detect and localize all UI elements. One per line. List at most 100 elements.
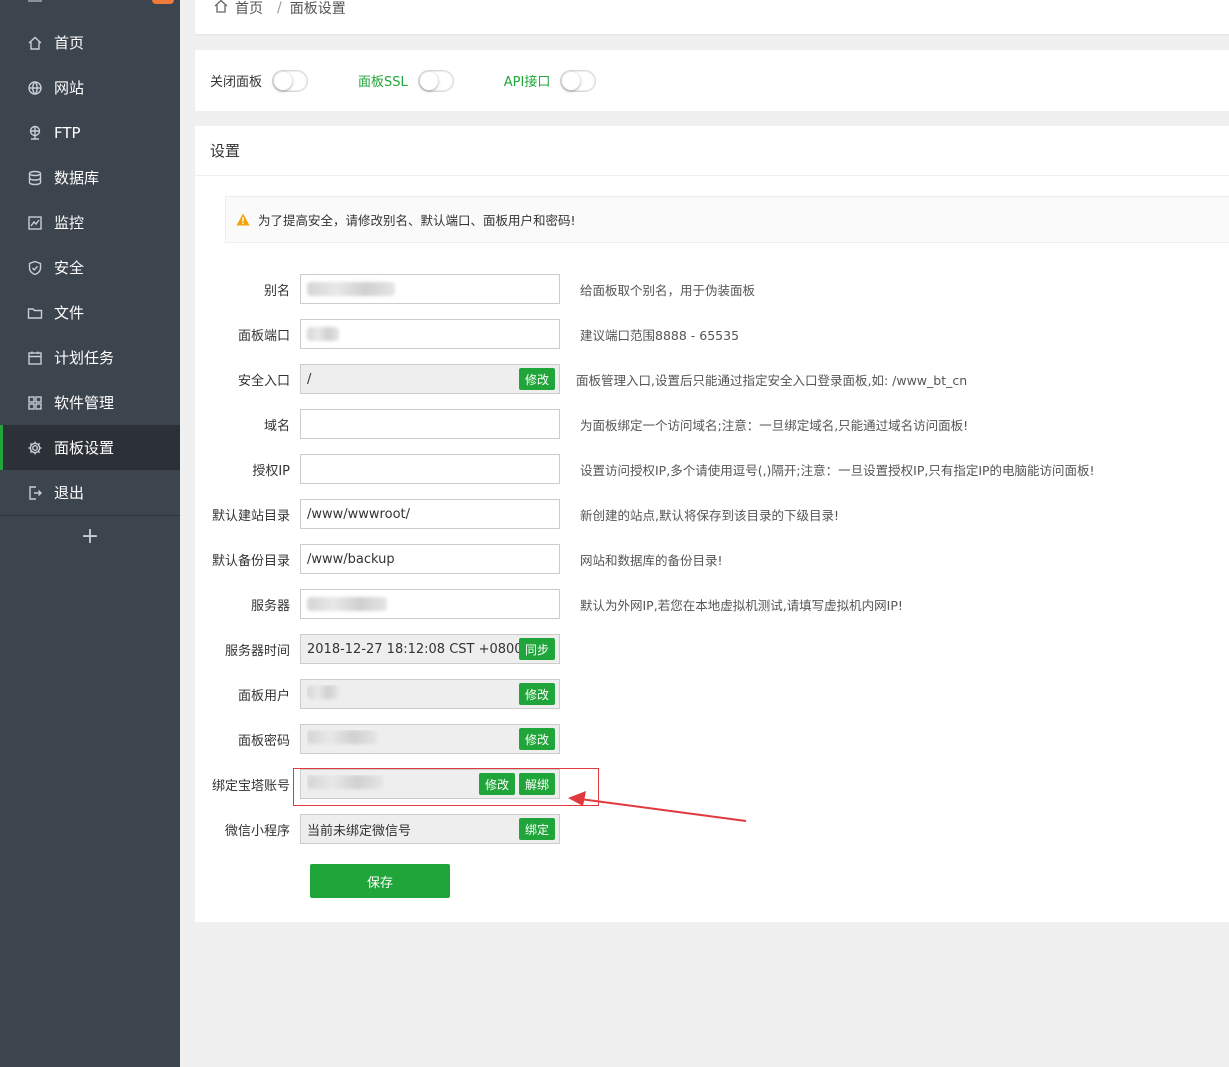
breadcrumb-home-link[interactable]: 首页 — [235, 0, 263, 18]
auth-ip-label: 授权IP — [252, 463, 290, 479]
globe-icon — [26, 79, 44, 97]
sidebar-item-files[interactable]: 文件 — [0, 290, 180, 335]
server-time-value: 2018-12-27 18:12:08 CST +0800 — [307, 641, 519, 657]
wechat-value: 当前未绑定微信号 — [307, 823, 412, 839]
domain-hint: 为面板绑定一个访问域名;注意：一旦绑定域名,只能通过域名访问面板! — [580, 417, 969, 433]
sidebar-item-label: 数据库 — [54, 169, 100, 187]
gear-icon — [26, 439, 44, 457]
backup-dir-input[interactable]: /www/backup — [300, 544, 560, 574]
panel-ssl-toggle[interactable] — [417, 69, 454, 92]
sidebar-item-logout[interactable]: 退出 — [0, 470, 180, 515]
entry-input: / 修改 — [300, 364, 560, 394]
breadcrumb: 首页 / 面板设置 — [195, 0, 1229, 34]
sidebar-item-label: 首页 — [54, 34, 85, 52]
annotation-arrow — [568, 791, 747, 822]
sidebar-item-label: 面板设置 — [54, 439, 115, 457]
auth-ip-hint: 设置访问授权IP,多个请使用逗号(,)隔开;注意：一旦设置授权IP,只有指定IP… — [580, 462, 1095, 478]
alias-hint: 给面板取个别名，用于伪装面板 — [580, 282, 756, 298]
site-dir-hint: 新创建的站点,默认将保存到该目录的下级目录! — [580, 507, 839, 523]
form-row-panel-user: 面板用户 修改 — [195, 679, 1229, 709]
entry-hint: 面板管理入口,设置后只能通过指定安全入口登录面板,如: /www_bt_cn — [576, 372, 968, 388]
close-panel-toggle[interactable] — [272, 69, 309, 92]
alias-label: 别名 — [263, 283, 290, 299]
sidebar-item-label: 退出 — [54, 484, 85, 502]
redacted-value — [307, 730, 377, 744]
sidebar-item-label: 网站 — [54, 79, 85, 97]
wechat-label: 微信小程序 — [224, 823, 290, 839]
form-row-server-ip: 服务器 默认为外网IP,若您在本地虚拟机测试,请填写虚拟机内网IP! — [195, 589, 1229, 619]
panel-password-label: 面板密码 — [237, 733, 290, 749]
server-time-label: 服务器时间 — [224, 643, 290, 659]
sidebar-item-software[interactable]: 软件管理 — [0, 380, 180, 425]
sidebar-item-label: 计划任务 — [54, 349, 115, 367]
sync-time-button[interactable]: 同步 — [518, 638, 555, 660]
add-shortcut-button[interactable]: + — [0, 520, 180, 552]
form-row-site-dir: 默认建站目录 /www/wwwroot/ 新创建的站点,默认将保存到该目录的下级… — [195, 499, 1229, 529]
server-time-input: 2018-12-27 18:12:08 CST +0800 同步 — [300, 634, 560, 664]
server-ip-label: 服务器 — [250, 598, 290, 614]
api-label[interactable]: API接口 — [504, 71, 551, 90]
form-row-alias: 别名 给面板取个别名，用于伪装面板 — [195, 274, 1229, 304]
sidebar-item-ftp[interactable]: FTP — [0, 110, 180, 155]
sidebar-item-cron[interactable]: 计划任务 — [0, 335, 180, 380]
sidebar-item-website[interactable]: 网站 — [0, 65, 180, 110]
edit-user-button[interactable]: 修改 — [518, 683, 555, 705]
save-button[interactable]: 保存 — [310, 864, 450, 898]
backup-dir-hint: 网站和数据库的备份目录! — [580, 552, 723, 568]
site-dir-input[interactable]: /www/wwwroot/ — [300, 499, 560, 529]
form-row-entry: 安全入口 / 修改 面板管理入口,设置后只能通过指定安全入口登录面板,如: /w… — [195, 364, 1229, 394]
sidebar-item-database[interactable]: 数据库 — [0, 155, 180, 200]
redacted-value — [307, 597, 387, 611]
server-ip-hint: 默认为外网IP,若您在本地虚拟机测试,请填写虚拟机内网IP! — [580, 597, 903, 613]
sidebar-item-label: FTP — [54, 123, 81, 142]
annotation-highlight-box — [293, 768, 599, 806]
entry-label: 安全入口 — [237, 373, 290, 389]
alert-text: 为了提高安全，请修改别名、默认端口、面板用户和密码! — [258, 213, 576, 228]
edit-password-button[interactable]: 修改 — [518, 728, 555, 750]
folder-icon — [26, 304, 44, 322]
bind-wechat-button[interactable]: 绑定 — [518, 818, 555, 840]
form-row-port: 面板端口 建议端口范围8888 - 65535 — [195, 319, 1229, 349]
sidebar-nav: 首页 网站 FTP 数据库 监控 安全 文件 计划任务 软件管理 面板设置 退出 — [0, 20, 180, 516]
logout-icon — [26, 484, 44, 502]
sidebar: 首页 网站 FTP 数据库 监控 安全 文件 计划任务 软件管理 面板设置 退出… — [0, 0, 180, 1067]
domain-label: 域名 — [263, 418, 290, 434]
sidebar-item-label: 安全 — [54, 259, 85, 277]
form-row-domain: 域名 为面板绑定一个访问域名;注意：一旦绑定域名,只能通过域名访问面板! — [195, 409, 1229, 439]
sidebar-item-security[interactable]: 安全 — [0, 245, 180, 290]
entry-value: / — [307, 371, 312, 387]
port-input[interactable] — [300, 319, 560, 349]
domain-input[interactable] — [300, 409, 560, 439]
edit-entry-button[interactable]: 修改 — [518, 368, 555, 390]
form-row-auth-ip: 授权IP 设置访问授权IP,多个请使用逗号(,)隔开;注意：一旦设置授权IP,只… — [195, 454, 1229, 484]
home-icon — [26, 34, 44, 52]
monitor-icon — [26, 214, 44, 232]
redacted-value — [307, 282, 395, 296]
panel-title: 设置 — [195, 126, 1229, 176]
panel-password-input: 修改 — [300, 724, 560, 754]
api-toggle[interactable] — [560, 69, 597, 92]
sidebar-item-label: 软件管理 — [54, 394, 115, 412]
wechat-input: 当前未绑定微信号 绑定 — [300, 814, 560, 844]
panel-user-input: 修改 — [300, 679, 560, 709]
form-row-panel-password: 面板密码 修改 — [195, 724, 1229, 754]
home-icon — [213, 0, 229, 18]
panel-ssl-label[interactable]: 面板SSL — [358, 71, 408, 90]
sidebar-item-monitor[interactable]: 监控 — [0, 200, 180, 245]
sidebar-item-label: 监控 — [54, 214, 85, 232]
notification-badge[interactable] — [152, 0, 174, 4]
sidebar-item-panel-settings[interactable]: 面板设置 — [0, 425, 180, 470]
form-row-server-time: 服务器时间 2018-12-27 18:12:08 CST +0800 同步 — [195, 634, 1229, 664]
database-icon — [26, 169, 44, 187]
alias-input[interactable] — [300, 274, 560, 304]
breadcrumb-current: 面板设置 — [289, 1, 346, 17]
sidebar-item-home[interactable]: 首页 — [0, 20, 180, 65]
site-dir-label: 默认建站目录 — [211, 508, 290, 524]
sidebar-item-label: 文件 — [54, 304, 85, 322]
calendar-icon — [26, 349, 44, 367]
security-alert: 为了提高安全，请修改别名、默认端口、面板用户和密码! — [225, 196, 1229, 243]
redacted-value — [307, 685, 339, 699]
ftp-icon — [26, 124, 44, 142]
server-ip-input[interactable] — [300, 589, 560, 619]
auth-ip-input[interactable] — [300, 454, 560, 484]
